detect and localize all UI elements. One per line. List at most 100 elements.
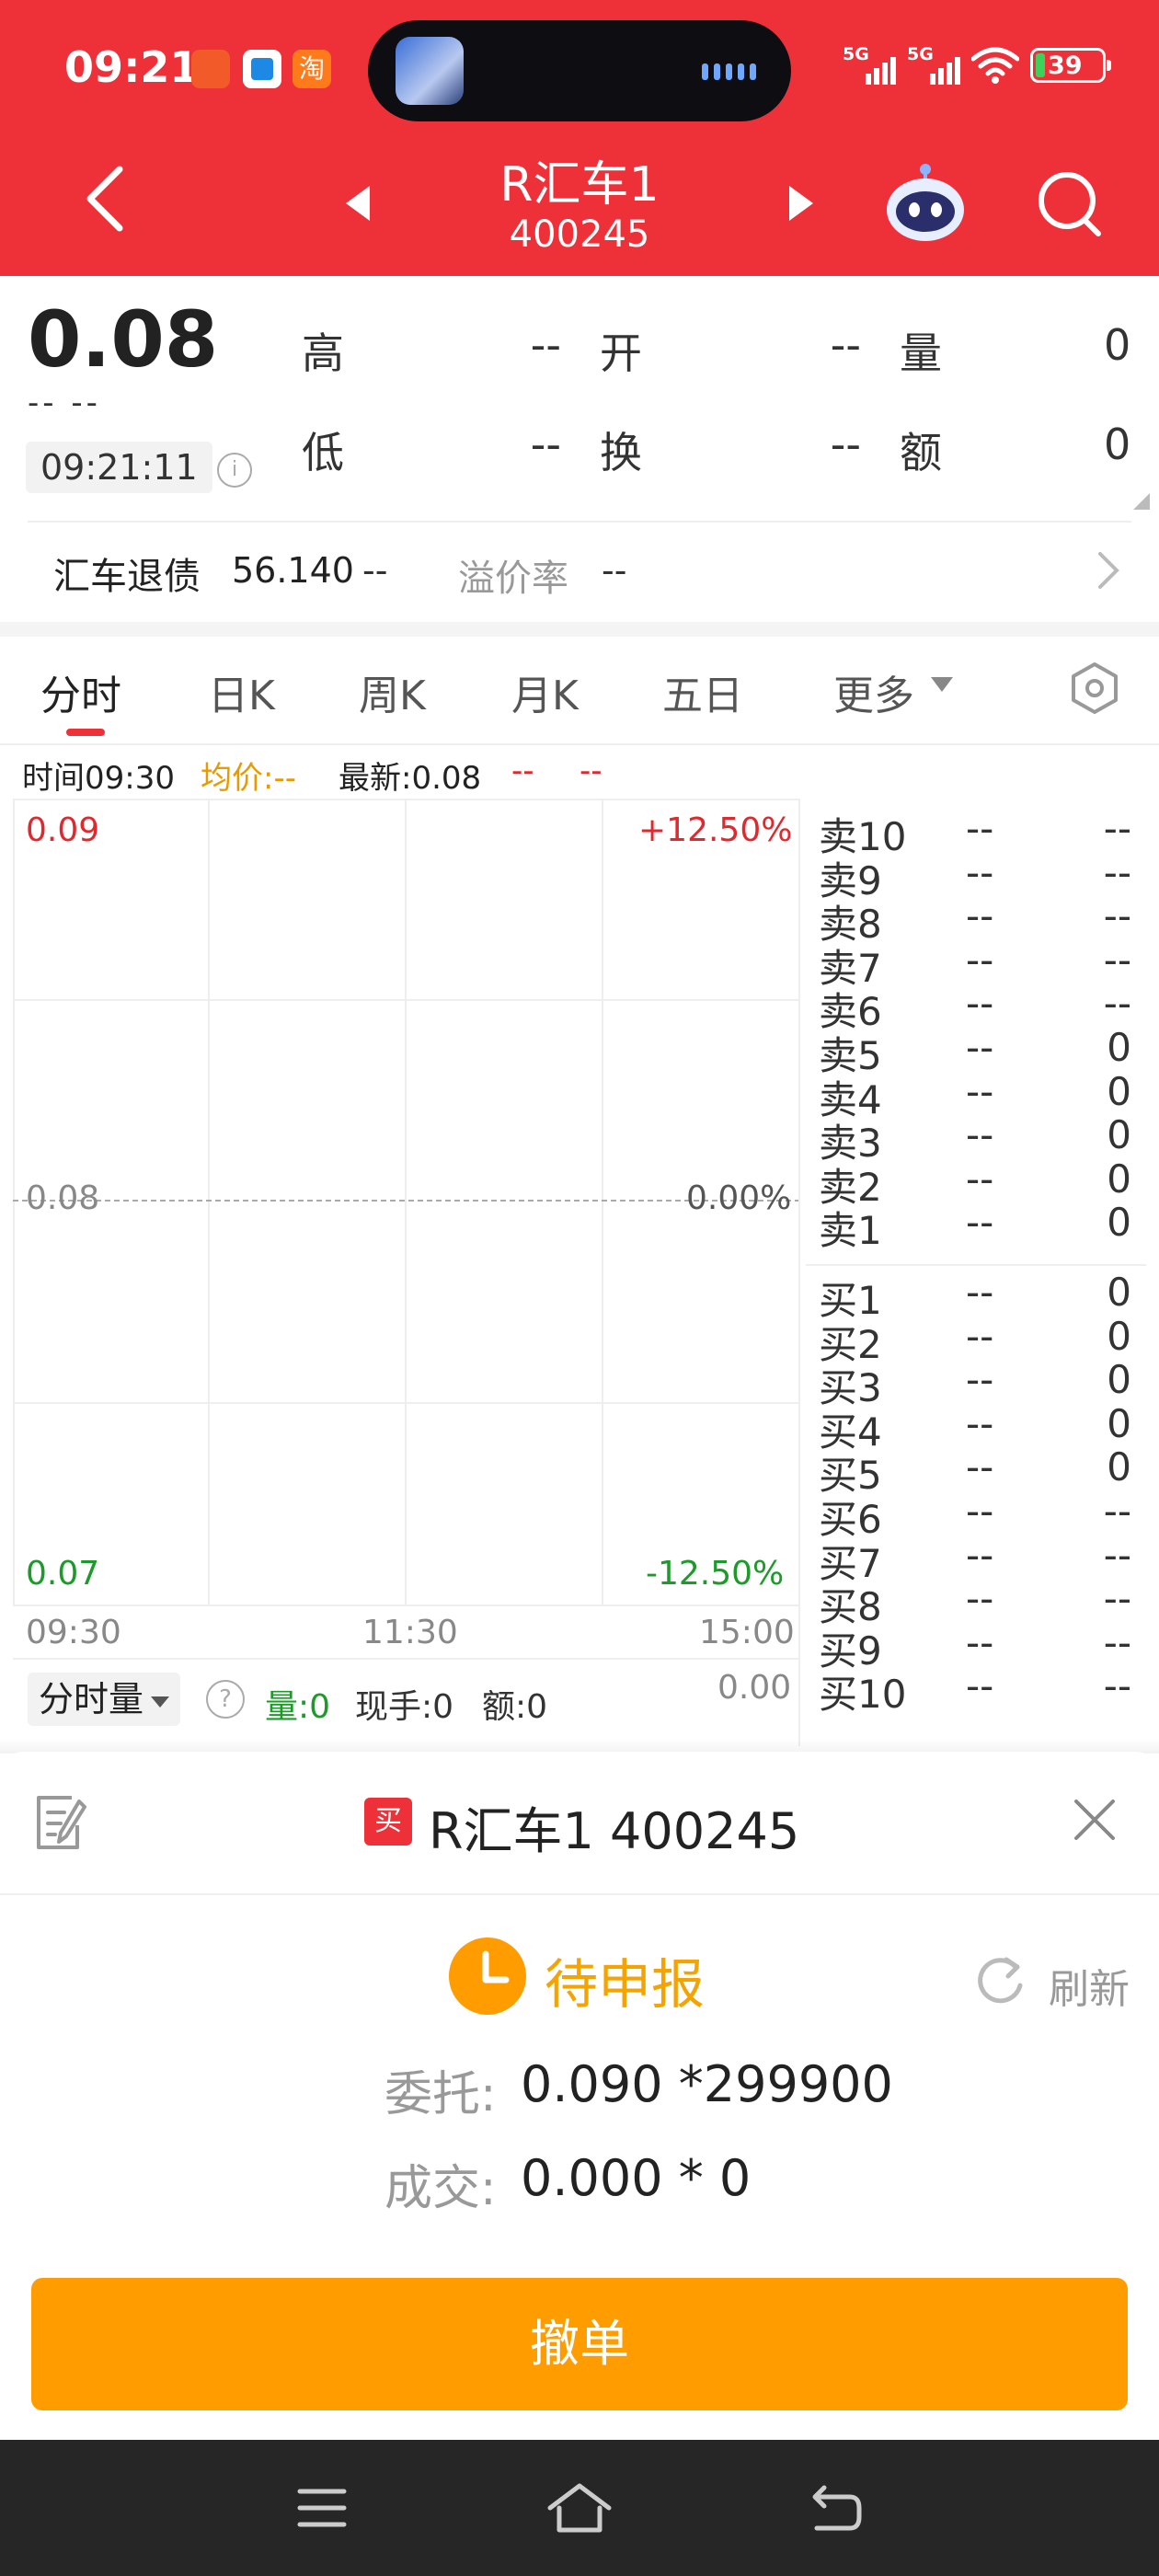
divider: [798, 799, 800, 1746]
amount-value: 0: [1104, 420, 1131, 469]
stock-code: 400245: [509, 213, 650, 256]
order-status: 待申报: [545, 1953, 706, 2016]
next-stock-icon[interactable]: [782, 180, 819, 226]
ask-level-row[interactable]: 卖1 -- 0: [819, 1200, 1131, 1253]
ask-level-price: --: [966, 893, 994, 939]
bid-level-volume: --: [1103, 1489, 1131, 1534]
back-arrow-icon[interactable]: [74, 162, 138, 236]
help-icon[interactable]: ?: [206, 1680, 245, 1719]
bid-level-price: --: [966, 1270, 994, 1315]
volume-indicator-row: 分时量 ? 量:0 现手:0 额:0 0.00: [13, 1658, 800, 1746]
time-axis-mid: 11:30: [362, 1614, 458, 1651]
indicator-select[interactable]: 分时量: [28, 1673, 181, 1726]
bid-level-row[interactable]: 买5 -- 0: [819, 1444, 1131, 1498]
bid-level-volume: --: [1103, 1576, 1131, 1622]
status-clock: 09:21: [64, 42, 200, 92]
bid-level-price: --: [966, 1313, 994, 1359]
ask-level-row[interactable]: 卖6 -- --: [819, 981, 1131, 1034]
ask-level-row[interactable]: 卖5 -- 0: [819, 1025, 1131, 1078]
menu-icon[interactable]: [293, 2480, 351, 2536]
ask-level-volume: 0: [1107, 1112, 1131, 1158]
bid-level-row[interactable]: 买10 -- --: [819, 1663, 1131, 1717]
bond-label: 汇车退债: [53, 556, 201, 598]
bid-level-row[interactable]: 买2 -- 0: [819, 1313, 1131, 1367]
tab-more[interactable]: 更多: [833, 662, 914, 721]
ask-level-label: 卖1: [819, 1208, 882, 1254]
tab-monthly-k[interactable]: 月K: [511, 662, 579, 721]
tab-weekly-k[interactable]: 周K: [359, 662, 426, 721]
bid-level-row[interactable]: 买6 -- --: [819, 1489, 1131, 1542]
low-label: 低: [302, 428, 344, 477]
high-value: --: [530, 320, 561, 370]
grid-line: [13, 1402, 800, 1404]
deal-value: 0.000 * 0: [521, 2149, 752, 2207]
bid-level-volume: 0: [1107, 1313, 1131, 1359]
pct-axis-mid: 0.00%: [686, 1179, 792, 1217]
home-icon[interactable]: [545, 2480, 614, 2536]
battery-level: 39: [1048, 52, 1083, 80]
ask-level-volume: 0: [1107, 1068, 1131, 1114]
volume-axis-value: 0.00: [717, 1669, 792, 1707]
order-title: R汇车1 400245: [429, 1802, 800, 1860]
ask-level-volume: --: [1103, 981, 1131, 1027]
bid-level-price: --: [966, 1663, 994, 1709]
app-header: 09:21 淘 5G 5G 39 R汇车1 400245: [0, 0, 1159, 276]
bond-change: --: [362, 550, 388, 591]
info-icon[interactable]: i: [217, 453, 252, 488]
ask-level-volume: 0: [1107, 1200, 1131, 1246]
time-axis-end: 15:00: [699, 1614, 795, 1651]
ask-level-row[interactable]: 卖10 -- --: [819, 806, 1131, 859]
edit-note-icon[interactable]: [31, 1792, 88, 1853]
close-icon[interactable]: [1069, 1794, 1120, 1846]
bid-level-row[interactable]: 买3 -- 0: [819, 1357, 1131, 1410]
price-axis-top: 0.09: [26, 811, 100, 849]
entrust-value: 0.090 *299900: [521, 2055, 893, 2113]
ask-level-price: --: [966, 849, 994, 895]
bid-level-row[interactable]: 买4 -- 0: [819, 1400, 1131, 1455]
divider: [28, 521, 1131, 523]
clock-icon: [449, 1938, 526, 2015]
bid-level-row[interactable]: 买1 -- 0: [819, 1270, 1131, 1323]
open-label: 开: [600, 328, 642, 378]
tab-five-day[interactable]: 五日: [662, 662, 743, 721]
divider: [0, 743, 1159, 745]
ask-level-price: --: [966, 981, 994, 1027]
ask-level-row[interactable]: 卖9 -- --: [819, 849, 1131, 903]
expand-corner-icon[interactable]: [1133, 493, 1150, 510]
ask-level-row[interactable]: 卖3 -- 0: [819, 1112, 1131, 1166]
bid-level-price: --: [966, 1400, 994, 1446]
signal-5g-icon: 5G: [907, 44, 960, 86]
prev-stock-icon[interactable]: [340, 180, 377, 226]
pct-axis-bottom: -12.50%: [646, 1555, 785, 1593]
bid-level-row[interactable]: 买9 -- --: [819, 1620, 1131, 1673]
refresh-button[interactable]: 刷新: [1049, 1956, 1130, 2015]
robot-assistant-icon[interactable]: [881, 162, 970, 245]
refresh-icon[interactable]: [973, 1954, 1027, 2007]
ask-level-row[interactable]: 卖8 -- --: [819, 893, 1131, 947]
back-nav-icon[interactable]: [808, 2480, 866, 2536]
dynamic-island[interactable]: [368, 20, 791, 121]
ask-level-row[interactable]: 卖7 -- --: [819, 937, 1131, 991]
price-axis-mid: 0.08: [26, 1179, 100, 1217]
bid-level-row[interactable]: 买8 -- --: [819, 1576, 1131, 1629]
search-icon[interactable]: [1030, 164, 1107, 241]
tab-intraday[interactable]: 分时: [40, 662, 121, 721]
entrust-label: 委托:: [384, 2067, 497, 2122]
premium-value: --: [602, 550, 627, 591]
bid-level-volume: 0: [1107, 1357, 1131, 1403]
ask-level-row[interactable]: 卖2 -- 0: [819, 1156, 1131, 1210]
ask-level-row[interactable]: 卖4 -- 0: [819, 1068, 1131, 1122]
chevron-right-icon[interactable]: [1095, 548, 1122, 592]
ask-level-volume: 0: [1107, 1156, 1131, 1202]
bid-level-row[interactable]: 买7 -- --: [819, 1533, 1131, 1586]
intraday-chart[interactable]: 0.09 0.08 0.07 +12.50% 0.00% -12.50%: [13, 799, 800, 1608]
cancel-order-button[interactable]: 撤单: [31, 2278, 1128, 2410]
ask-level-price: --: [966, 1112, 994, 1158]
tab-daily-k[interactable]: 日K: [208, 662, 275, 721]
hexagon-settings-icon[interactable]: [1067, 661, 1122, 716]
notification-app-icon: [243, 50, 281, 88]
chevron-down-icon[interactable]: [931, 677, 953, 692]
price-axis-bottom: 0.07: [26, 1555, 100, 1593]
system-navigation-bar: [0, 2440, 1159, 2576]
active-tab-indicator: [66, 729, 105, 736]
